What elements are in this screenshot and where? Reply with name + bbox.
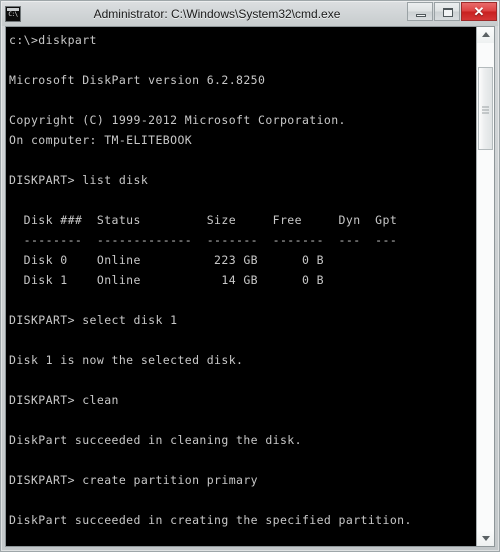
scroll-down-button[interactable] — [477, 530, 494, 546]
console-line: On computer: TM-ELITEBOOK — [9, 133, 193, 147]
cmd-window: C:\ Administrator: C:\Windows\System32\c… — [0, 0, 500, 552]
console-line: Disk ### Status Size Free Dyn Gpt — [9, 213, 398, 227]
console-line: Disk 1 Online 14 GB 0 B — [9, 273, 324, 287]
console-line: Disk 0 Online 223 GB 0 B — [9, 253, 324, 267]
console-line: Copyright (C) 1999-2012 Microsoft Corpor… — [9, 113, 346, 127]
console-line: DISKPART> list disk — [9, 173, 149, 187]
chevron-down-icon — [481, 536, 490, 541]
scrollbar-grip-icon — [482, 104, 489, 114]
console-line: DISKPART> create partition primary — [9, 473, 259, 487]
minimize-button[interactable] — [407, 2, 433, 21]
close-icon: ✕ — [473, 4, 485, 19]
cmd-console-icon[interactable]: C:\ — [5, 5, 21, 22]
title-bar[interactable]: C:\ Administrator: C:\Windows\System32\c… — [1, 1, 499, 26]
chevron-up-icon — [481, 32, 490, 37]
scrollbar-track[interactable] — [477, 43, 494, 530]
console-line: c:\>diskpart — [9, 33, 97, 47]
console-line: -------- ------------- ------- ------- -… — [9, 233, 398, 247]
console-line: DiskPart succeeded in cleaning the disk. — [9, 433, 302, 447]
maximize-button[interactable] — [434, 2, 460, 21]
maximize-icon — [443, 8, 453, 17]
system-icon-glyph: C:\ — [8, 10, 18, 18]
scrollbar-thumb[interactable] — [478, 67, 493, 151]
close-button[interactable]: ✕ — [461, 2, 497, 21]
console-line: Microsoft DiskPart version 6.2.8250 — [9, 73, 266, 87]
minimize-icon — [416, 14, 426, 17]
scroll-up-button[interactable] — [477, 27, 494, 43]
caption-buttons: ✕ — [407, 2, 497, 21]
console-line: DISKPART> clean — [9, 393, 119, 407]
console-output[interactable]: c:\>diskpart Microsoft DiskPart version … — [6, 27, 476, 546]
console-line: DiskPart succeeded in creating the speci… — [9, 513, 412, 527]
vertical-scrollbar[interactable] — [476, 27, 494, 546]
console-line: Disk 1 is now the selected disk. — [9, 353, 244, 367]
console-line: DISKPART> select disk 1 — [9, 313, 178, 327]
client-area: c:\>diskpart Microsoft DiskPart version … — [5, 26, 495, 547]
